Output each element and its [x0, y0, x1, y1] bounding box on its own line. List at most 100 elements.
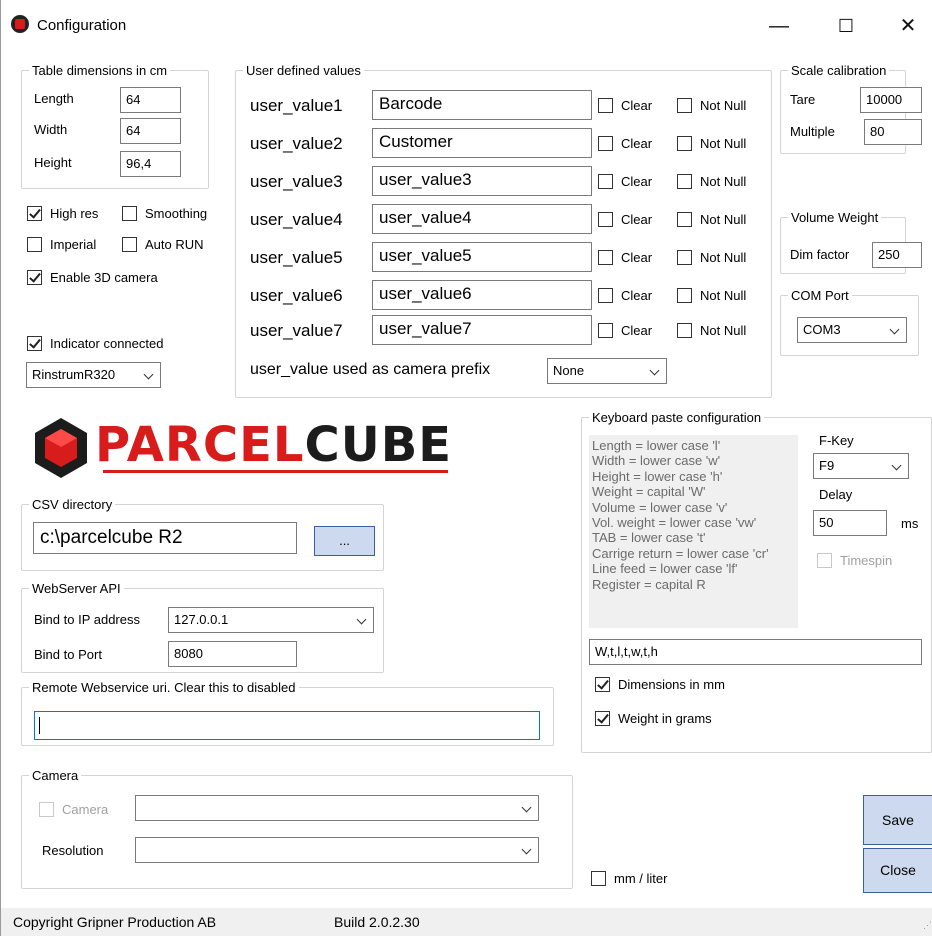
indicator-label: Indicator connected [50, 336, 164, 351]
user-value-input[interactable]: Barcode [372, 90, 592, 120]
user-values-legend: User defined values [246, 63, 361, 78]
indicator-model-select[interactable]: RinstrumR320 [26, 362, 161, 388]
multiple-label: Multiple [790, 124, 835, 139]
width-input[interactable]: 64 [120, 118, 181, 144]
save-button[interactable]: Save [863, 795, 932, 845]
chevron-down-icon [889, 324, 900, 335]
ip-address-select[interactable]: 127.0.0.1 [168, 607, 374, 633]
length-input[interactable]: 64 [120, 87, 181, 113]
clear-checkbox[interactable]: Clear [598, 323, 652, 338]
not-null-checkbox[interactable]: Not Null [677, 250, 746, 265]
auto-run-checkbox[interactable]: Auto RUN [122, 237, 204, 252]
close-button[interactable]: Close [863, 848, 932, 893]
clear-label: Clear [621, 250, 653, 265]
port-input[interactable]: 8080 [168, 641, 297, 667]
height-label: Height [34, 155, 72, 170]
remote-uri-input[interactable] [34, 711, 540, 740]
port-label: Bind to Port [34, 647, 102, 662]
not-null-box-icon [677, 174, 692, 189]
paste-pattern-input[interactable]: W,t,l,t,w,t,h [589, 639, 922, 665]
clear-box-icon [598, 212, 613, 227]
user-value-input[interactable]: user_value4 [372, 204, 592, 234]
dim-factor-label: Dim factor [790, 247, 850, 262]
user-value-input[interactable]: Customer [372, 128, 592, 158]
weight-in-grams-checkbox[interactable]: Weight in grams [595, 711, 712, 726]
logo-text-cube: CUBE [304, 417, 453, 473]
maximize-button[interactable]: ☐ [826, 10, 866, 42]
not-null-box-icon [677, 212, 692, 227]
build-text: Build 2.0.2.30 [334, 914, 420, 930]
ip-address-value: 127.0.0.1 [174, 612, 229, 627]
user-value-input[interactable]: user_value5 [372, 242, 592, 272]
keyboard-help-line: Width = lower case 'w' [592, 453, 721, 469]
timespin-checkbox[interactable]: Timespin [817, 553, 892, 568]
not-null-checkbox[interactable]: Not Null [677, 212, 746, 227]
not-null-checkbox[interactable]: Not Null [677, 136, 746, 151]
imperial-checkbox[interactable]: Imperial [27, 237, 96, 252]
clear-checkbox[interactable]: Clear [598, 136, 652, 151]
keyboard-help-line: Line feed = lower case 'lf' [592, 561, 738, 577]
tare-input[interactable]: 10000 [860, 87, 922, 113]
not-null-label: Not Null [700, 136, 747, 151]
high-res-checkbox[interactable]: High res [27, 206, 98, 221]
user-value-input[interactable]: user_value7 [372, 315, 592, 345]
smoothing-label: Smoothing [145, 206, 208, 221]
dim-factor-input[interactable]: 250 [872, 242, 922, 268]
title-bar: Configuration — ☐ ✕ [1, 0, 932, 52]
csv-directory-input[interactable]: c:\parcelcube R2 [33, 522, 297, 554]
keyboard-help-line: Height = lower case 'h' [592, 468, 723, 484]
weight-grams-label: Weight in grams [618, 711, 712, 726]
clear-label: Clear [621, 212, 653, 227]
clear-box-icon [598, 98, 613, 113]
indicator-connected-checkbox[interactable]: Indicator connected [27, 336, 163, 351]
minimize-button[interactable]: — [759, 10, 799, 42]
camera-select[interactable] [135, 795, 539, 821]
clear-checkbox[interactable]: Clear [598, 174, 652, 189]
browse-button[interactable]: ... [314, 526, 375, 556]
indicator-model-value: RinstrumR320 [32, 367, 116, 382]
dims-mm-label: Dimensions in mm [618, 677, 725, 692]
not-null-checkbox[interactable]: Not Null [677, 323, 746, 338]
enable-3d-camera-checkbox[interactable]: Enable 3D camera [27, 270, 158, 285]
resize-grip-icon[interactable]: ⋰ [923, 920, 932, 931]
clear-checkbox[interactable]: Clear [598, 288, 652, 303]
user-value-label: user_value7 [250, 321, 343, 340]
mm-liter-checkbox[interactable]: mm / liter [591, 871, 667, 886]
not-null-checkbox[interactable]: Not Null [677, 98, 746, 113]
delay-input[interactable]: 50 [813, 510, 887, 536]
not-null-checkbox[interactable]: Not Null [677, 288, 746, 303]
not-null-label: Not Null [700, 323, 747, 338]
clear-box-icon [598, 288, 613, 303]
clear-box-icon [598, 250, 613, 265]
camera-checkbox[interactable]: Camera [39, 802, 108, 817]
keyboard-help-line: Length = lower case 'l' [592, 438, 721, 453]
copyright-text: Copyright Gripner Production AB [13, 914, 217, 930]
resolution-select[interactable] [135, 837, 539, 863]
webserver-api-legend: WebServer API [32, 581, 121, 596]
chevron-down-icon [521, 802, 532, 813]
camera-prefix-select[interactable]: None [547, 358, 667, 384]
dimensions-in-mm-checkbox[interactable]: Dimensions in mm [595, 677, 725, 692]
f-key-select[interactable]: F9 [813, 453, 909, 479]
timespin-label: Timespin [840, 553, 893, 568]
smoothing-checkbox[interactable]: Smoothing [122, 206, 207, 221]
user-value-label: user_value1 [250, 96, 343, 115]
not-null-checkbox[interactable]: Not Null [677, 174, 746, 189]
close-window-button[interactable]: ✕ [888, 10, 928, 42]
not-null-label: Not Null [700, 174, 747, 189]
multiple-input[interactable]: 80 [864, 119, 922, 145]
chevron-down-icon [356, 614, 367, 625]
user-value-input[interactable]: user_value3 [372, 166, 592, 196]
camera-prefix-value: None [553, 363, 585, 378]
user-value-label: user_value4 [250, 210, 343, 229]
clear-checkbox[interactable]: Clear [598, 98, 652, 113]
camera-legend: Camera [32, 768, 79, 783]
user-value-input[interactable]: user_value6 [372, 280, 592, 310]
com-port-legend: COM Port [791, 288, 849, 303]
height-input[interactable]: 96,4 [120, 151, 181, 177]
com-port-select[interactable]: COM3 [797, 317, 907, 343]
keyboard-help-line: Vol. weight = lower case 'vw' [592, 515, 757, 531]
clear-checkbox[interactable]: Clear [598, 250, 652, 265]
clear-checkbox[interactable]: Clear [598, 212, 652, 227]
user-value-label: user_value6 [250, 286, 343, 305]
